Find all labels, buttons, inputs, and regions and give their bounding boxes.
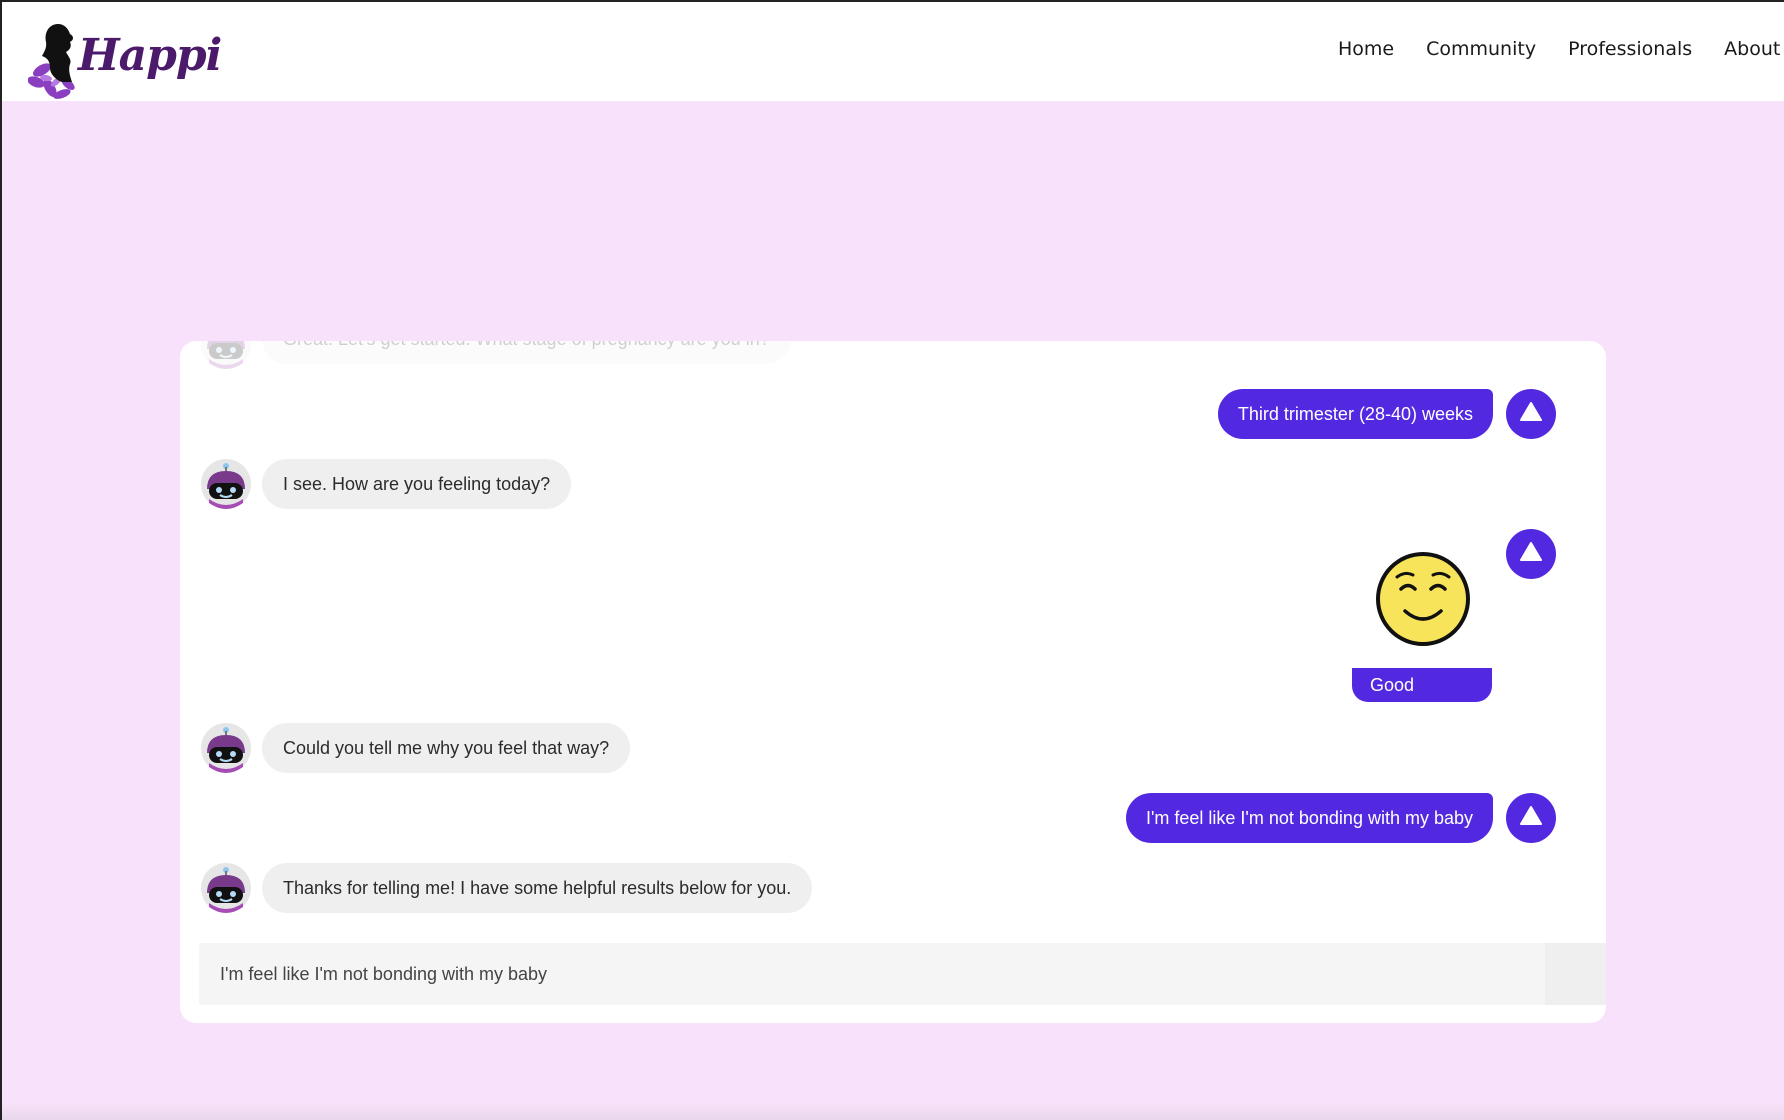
woman-silhouette-flower-logo-icon — [28, 24, 75, 99]
nav-item-community[interactable]: Community — [1426, 38, 1536, 60]
robot-avatar-icon — [201, 459, 251, 509]
brand-logo[interactable]: Happi — [28, 22, 222, 102]
robot-avatar-icon — [201, 723, 251, 773]
main-nav: Home Community Professionals About — [1338, 38, 1780, 60]
user-triangle-avatar-icon — [1506, 529, 1556, 579]
chat-input-bar — [199, 943, 1606, 1005]
send-button[interactable] — [1545, 943, 1606, 1005]
brand-name: Happi — [78, 30, 222, 81]
chat-message-input[interactable] — [199, 943, 1525, 1005]
robot-avatar-icon — [201, 341, 251, 369]
relieved-face-icon — [1376, 552, 1470, 646]
user-message-text: I'm feel like I'm not bonding with my ba… — [1125, 793, 1493, 843]
bot-message-text: Could you tell me why you feel that way? — [262, 723, 631, 773]
page-bottom-edge — [0, 1104, 1784, 1120]
nav-item-home[interactable]: Home — [1338, 38, 1394, 60]
robot-avatar-icon — [201, 863, 251, 913]
nav-item-about[interactable]: About — [1724, 38, 1780, 60]
user-triangle-avatar-icon — [1506, 389, 1556, 439]
site-header: Happi Home Community Professionals About — [2, 2, 1784, 101]
mood-label: Good — [1352, 668, 1492, 702]
nav-item-professionals[interactable]: Professionals — [1568, 38, 1692, 60]
bot-message-text: Thanks for telling me! I have some helpf… — [262, 863, 813, 913]
bot-message-text: Great! Let's get started. What stage of … — [262, 341, 791, 364]
user-triangle-avatar-icon — [1506, 793, 1556, 843]
user-message-text: Third trimester (28-40) weeks — [1217, 389, 1493, 439]
bot-message-text: I see. How are you feeling today? — [262, 459, 572, 509]
chat-window: Great! Let's get started. What stage of … — [180, 341, 1606, 1023]
